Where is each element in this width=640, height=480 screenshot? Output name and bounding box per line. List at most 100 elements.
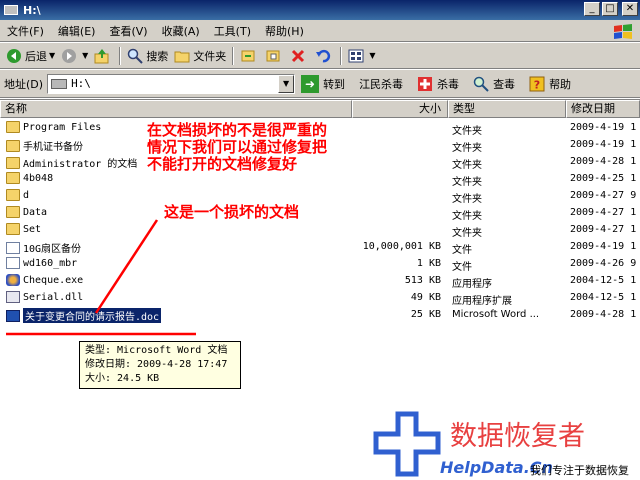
- file-type: 应用程序: [452, 279, 492, 290]
- table-row[interactable]: Set 文件夹 2009-4-27 1: [0, 222, 640, 239]
- address-bar: 地址(D) ▼ ➜ 转到 江民杀毒 杀毒 查毒 ? 帮助: [0, 70, 640, 98]
- toolbar-separator: [232, 46, 235, 65]
- folder-icon: [6, 206, 20, 218]
- toolbar-separator: [340, 46, 343, 65]
- address-input[interactable]: [71, 77, 252, 90]
- up-folder-button[interactable]: [91, 45, 116, 67]
- chevron-down-icon[interactable]: ▼: [49, 51, 55, 60]
- chevron-down-icon[interactable]: ▼: [369, 51, 375, 60]
- column-date-header[interactable]: 修改日期: [566, 100, 640, 118]
- menu-file[interactable]: 文件(F): [0, 23, 51, 39]
- copy-to-button[interactable]: [262, 45, 287, 67]
- table-row[interactable]: Cheque.exe 513 KB 应用程序 2004-12-5 1: [0, 273, 640, 290]
- file-name-cell[interactable]: Serial.dll: [6, 291, 83, 303]
- file-name-cell[interactable]: 关于变更合同的请示报告.doc: [6, 308, 162, 323]
- menu-help[interactable]: 帮助(H): [258, 23, 311, 39]
- file-name-cell[interactable]: 4b048: [6, 172, 53, 184]
- back-label: 后退: [25, 49, 47, 63]
- folders-button[interactable]: 文件夹: [171, 45, 229, 67]
- address-field[interactable]: ▼: [47, 73, 296, 94]
- menu-view[interactable]: 查看(V): [102, 23, 154, 39]
- file-name-cell[interactable]: Cheque.exe: [6, 274, 83, 286]
- tooltip-type: 类型: Microsoft Word 文档: [85, 345, 228, 356]
- file-date: 2004-12-5 1: [570, 275, 637, 286]
- undo-button[interactable]: [312, 45, 337, 67]
- undo-icon: [316, 49, 331, 62]
- file-date: 2004-12-5 1: [570, 292, 637, 303]
- check-virus-label: 查毒: [493, 77, 516, 91]
- delete-x-icon: [292, 49, 305, 62]
- go-button[interactable]: ➜ 转到: [301, 74, 345, 93]
- address-label: 地址(D): [4, 77, 44, 91]
- table-row[interactable]: Data 文件夹 2009-4-27 1: [0, 205, 640, 222]
- file-name-cell[interactable]: 手机证书备份: [6, 138, 83, 153]
- move-to-button[interactable]: [237, 45, 262, 67]
- views-icon: [348, 49, 364, 62]
- chevron-down-icon[interactable]: ▼: [278, 74, 295, 93]
- menu-tools[interactable]: 工具(T): [207, 23, 258, 39]
- annotation-line: 情况下我们可以通过修复把: [147, 138, 328, 156]
- chevron-down-icon[interactable]: ▼: [82, 51, 88, 60]
- file-tooltip: 类型: Microsoft Word 文档 修改日期: 2009-4-28 17…: [79, 341, 241, 389]
- file-name-cell[interactable]: Set: [6, 223, 41, 235]
- check-virus-button[interactable]: 查毒: [473, 76, 515, 92]
- file-date: 2009-4-27 9: [570, 190, 637, 201]
- file-name-cell[interactable]: Administrator 的文档: [6, 155, 137, 170]
- file-size: 1 KB: [416, 258, 441, 269]
- watermark-title: 数据恢复者: [450, 421, 585, 452]
- tooltip-modified: 修改日期: 2009-4-28 17:47: [85, 359, 228, 370]
- minimize-button[interactable]: _: [584, 2, 600, 16]
- file-type: 应用程序扩展: [452, 296, 512, 307]
- forward-button[interactable]: ▼: [58, 45, 91, 67]
- column-name-header[interactable]: 名称: [0, 100, 352, 118]
- file-name-cell[interactable]: d: [6, 189, 29, 201]
- table-row[interactable]: 关于变更合同的请示报告.doc 25 KB Microsoft Word ... 20…: [0, 307, 640, 324]
- table-row[interactable]: 10G扇区备份 10,000,001 KB 文件 2009-4-19 1: [0, 239, 640, 256]
- column-type-header[interactable]: 类型: [448, 100, 566, 118]
- forward-arrow-icon: [62, 48, 77, 63]
- windows-logo-icon: [614, 24, 632, 39]
- search-button[interactable]: 搜索: [124, 45, 171, 67]
- back-button[interactable]: 后退 ▼: [3, 45, 58, 67]
- watermark-slogan: 我们专注于数据恢复: [530, 464, 629, 477]
- file-name-cell[interactable]: wd160_mbr: [6, 257, 77, 269]
- dll-icon: [6, 291, 20, 303]
- close-button[interactable]: ✕: [622, 2, 638, 16]
- word-doc-icon: [6, 309, 20, 322]
- maximize-button[interactable]: □: [602, 2, 618, 16]
- table-row[interactable]: wd160_mbr 1 KB 文件 2009-4-26 9: [0, 256, 640, 273]
- file-date: 2009-4-28 1: [570, 156, 637, 167]
- folder-icon: [6, 156, 20, 169]
- file-name: 4b048: [23, 172, 54, 184]
- file-name-cell[interactable]: Program Files: [6, 121, 101, 133]
- file-size: 10,000,001 KB: [362, 241, 441, 252]
- back-arrow-icon: [7, 48, 21, 63]
- annotation-line: 在文档损坏的不是很严重的: [147, 121, 328, 139]
- file-type: 文件夹: [452, 160, 482, 171]
- table-row[interactable]: d 文件夹 2009-4-27 9: [0, 188, 640, 205]
- folder-icon: [6, 189, 20, 201]
- jiangmin-antivirus-label[interactable]: 江民杀毒: [359, 76, 403, 92]
- red-cross-icon: [418, 76, 433, 91]
- title-bar: H:\ _ □ ✕: [0, 0, 640, 20]
- annotation-explanation: 在文档损坏的不是很严重的 情况下我们可以通过修复把 不能打开的文档修复好: [147, 122, 327, 173]
- window-controls: _ □ ✕: [584, 2, 638, 16]
- table-row[interactable]: 4b048 文件夹 2009-4-25 1: [0, 171, 640, 188]
- file-type: 文件: [452, 245, 472, 256]
- file-name-cell[interactable]: 10G扇区备份: [6, 240, 81, 255]
- file-date: 2009-4-27 1: [570, 207, 637, 218]
- column-size-header[interactable]: 大小: [352, 100, 448, 118]
- file-name-cell[interactable]: Data: [6, 206, 47, 218]
- file-type: 文件夹: [452, 177, 482, 188]
- delete-button[interactable]: [287, 45, 312, 67]
- help-button[interactable]: ? 帮助: [529, 76, 571, 92]
- views-button[interactable]: ▼: [345, 45, 378, 67]
- file-icon: [6, 257, 20, 269]
- table-row[interactable]: Serial.dll 49 KB 应用程序扩展 2004-12-5 1: [0, 290, 640, 307]
- help-icon: ?: [529, 76, 545, 91]
- menu-edit[interactable]: 编辑(E): [51, 23, 103, 39]
- menu-favorites[interactable]: 收藏(A): [155, 23, 207, 39]
- antivirus-button[interactable]: 杀毒: [417, 76, 459, 92]
- file-type: 文件: [452, 262, 472, 273]
- menu-bar: 文件(F) 编辑(E) 查看(V) 收藏(A) 工具(T) 帮助(H): [0, 20, 640, 42]
